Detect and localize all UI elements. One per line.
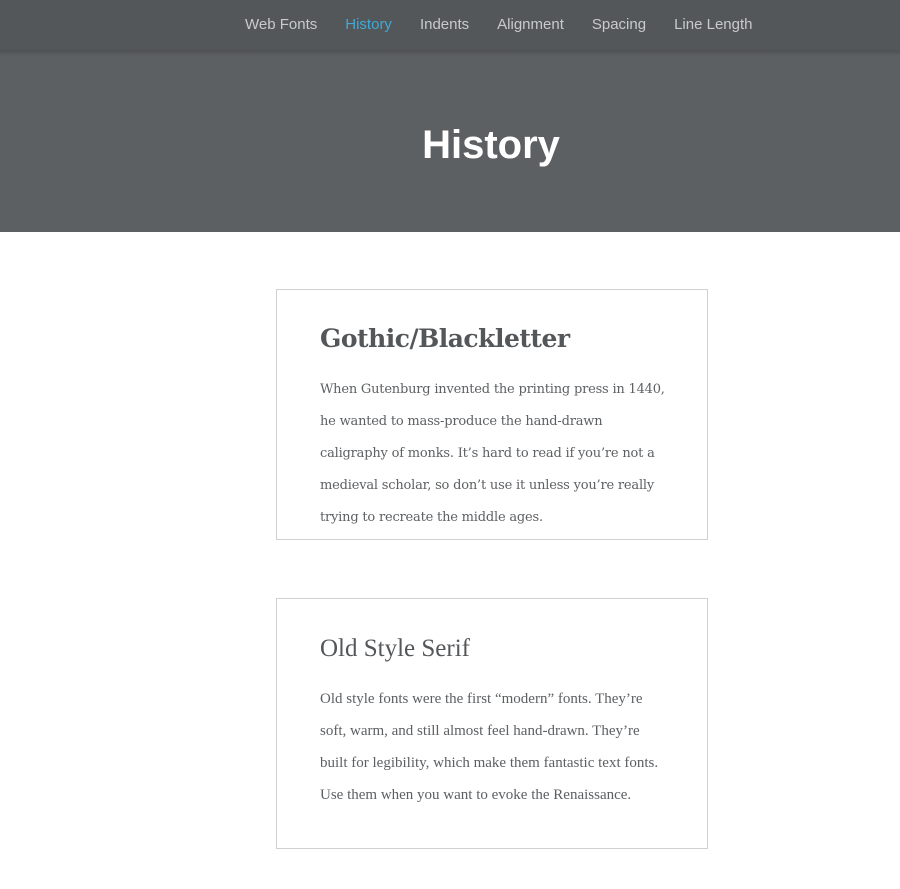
card-text: When Gutenburg invented the printing pre… xyxy=(320,382,665,525)
nav-item-alignment[interactable]: Alignment xyxy=(497,0,564,50)
page-header: History xyxy=(0,56,900,232)
top-navigation: Web Fonts History Indents Alignment Spac… xyxy=(0,0,900,50)
card-old-style-serif: Old Style Serif Old style fonts were the… xyxy=(276,598,708,849)
card-text: Old style fonts were the first “modern” … xyxy=(320,691,659,803)
page-title: History xyxy=(422,123,560,167)
nav-item-web-fonts[interactable]: Web Fonts xyxy=(245,0,317,50)
nav-item-line-length[interactable]: Line Length xyxy=(674,0,752,50)
card-gothic-blackletter: Gothic/Blackletter When Gutenburg invent… xyxy=(276,289,708,540)
card-title: Old Style Serif xyxy=(320,635,470,662)
nav-item-spacing[interactable]: Spacing xyxy=(592,0,646,50)
nav-menu: Web Fonts History Indents Alignment Spac… xyxy=(245,0,780,50)
nav-item-indents[interactable]: Indents xyxy=(420,0,469,50)
card-title: Gothic/Blackletter xyxy=(320,324,570,353)
nav-item-history[interactable]: History xyxy=(345,0,392,50)
